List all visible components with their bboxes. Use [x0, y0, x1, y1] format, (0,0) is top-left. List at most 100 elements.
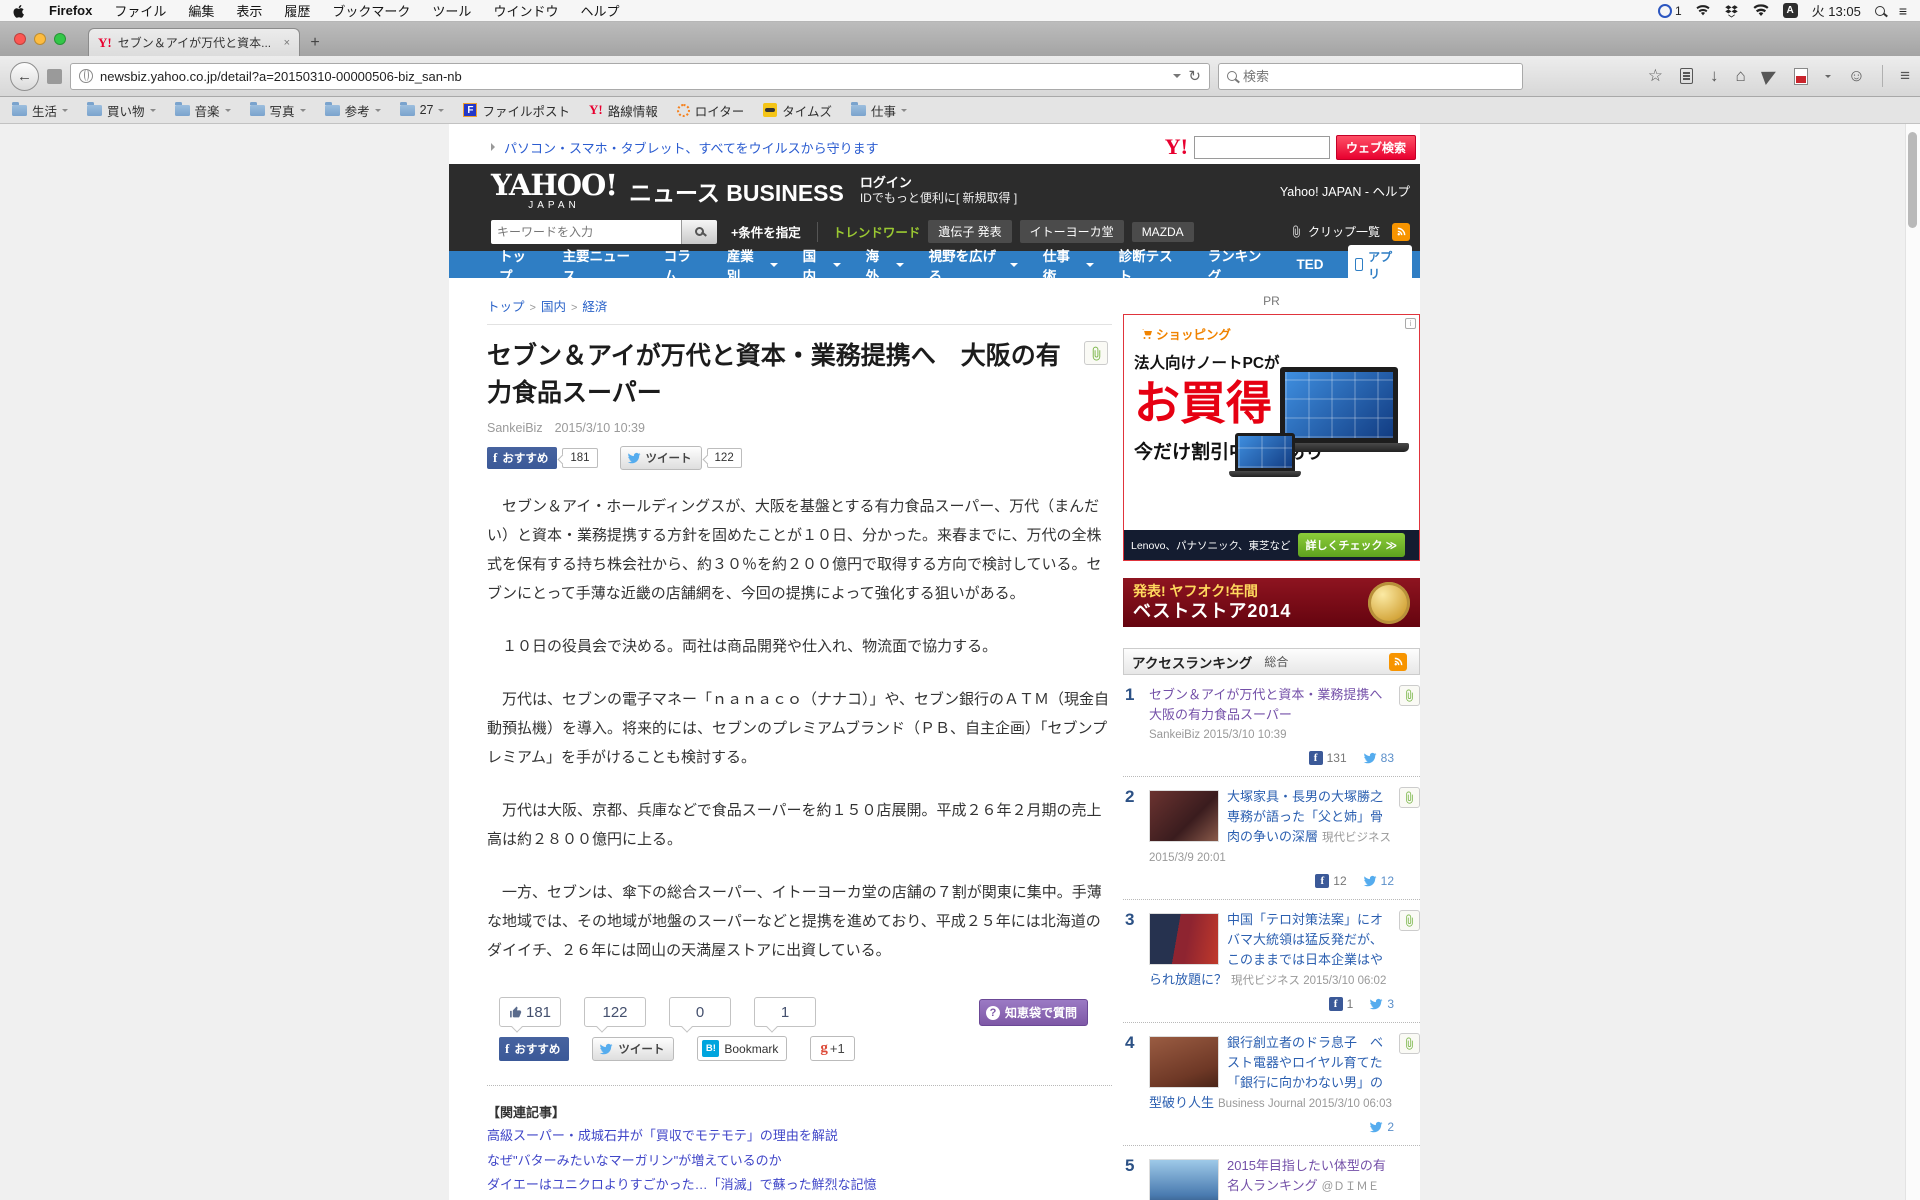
bookmark-star-icon[interactable]: ☆: [1648, 66, 1663, 86]
pdf-converter-icon[interactable]: [1794, 68, 1808, 85]
scrollbar-thumb[interactable]: [1908, 132, 1917, 228]
related-link[interactable]: なぜ"バターみたいなマーガリン"が増えているのか: [487, 1149, 1112, 1174]
related-link[interactable]: 高級スーパー・成城石井が「買収でモテモテ」の理由を解説: [487, 1124, 1112, 1149]
new-tab-button[interactable]: +: [300, 30, 330, 56]
bookmark-reuters[interactable]: ロイター: [677, 101, 745, 120]
site-identity-icon[interactable]: [79, 69, 93, 83]
rss-icon[interactable]: [1392, 223, 1410, 241]
ad-cta-button[interactable]: 詳しくチェック ≫: [1298, 533, 1406, 557]
creative-cloud-icon[interactable]: 1: [1658, 4, 1682, 18]
menu-bar-clock[interactable]: 火 13:05: [1812, 1, 1861, 20]
hamburger-menu-icon[interactable]: ≡: [1900, 66, 1910, 86]
scrollbar[interactable]: [1905, 124, 1920, 1200]
wifi-icon[interactable]: [1753, 2, 1769, 19]
input-method-icon[interactable]: A: [1783, 3, 1798, 18]
menu-item-history[interactable]: 履歴: [284, 1, 310, 20]
breadcrumb-domestic[interactable]: 国内: [541, 300, 566, 314]
notification-center-icon[interactable]: ≡: [1899, 3, 1908, 19]
airplay-icon[interactable]: [1696, 3, 1710, 19]
url-dropdown-icon[interactable]: [1173, 74, 1181, 82]
websearch-button[interactable]: ウェブ検索: [1336, 135, 1416, 160]
keyword-search-input[interactable]: [491, 220, 681, 244]
ranking-tab-all[interactable]: 総合: [1264, 653, 1288, 670]
spotlight-icon[interactable]: [1875, 6, 1885, 16]
article-thumbnail[interactable]: [1149, 913, 1219, 965]
bookmark-filepost[interactable]: Fファイルポスト: [463, 101, 570, 120]
ranking-article-link[interactable]: セブン＆アイが万代と資本・業務提携へ 大阪の有力食品スーパー: [1149, 687, 1395, 722]
bookmarks-panel-icon[interactable]: [1680, 68, 1693, 84]
facebook-recommend-button[interactable]: fおすすめ: [487, 447, 557, 469]
bookmark-folder-music[interactable]: 音楽: [175, 101, 231, 120]
menu-item-tools[interactable]: ツール: [432, 1, 471, 20]
keyword-search-button[interactable]: [681, 220, 717, 244]
bookmark-folder-reference[interactable]: 参考: [325, 101, 381, 120]
chiebukuro-question-button[interactable]: ?知恵袋で質問: [979, 999, 1088, 1026]
clip-button[interactable]: [1399, 685, 1420, 706]
ad-info-icon[interactable]: i: [1405, 318, 1416, 329]
google-plusone-button[interactable]: g+1: [810, 1036, 854, 1061]
url-bar[interactable]: ↻: [70, 63, 1210, 90]
login-link[interactable]: ログイン: [860, 175, 1017, 191]
clip-list-link[interactable]: クリップ一覧: [1290, 223, 1380, 240]
zoom-window-button[interactable]: [54, 33, 66, 45]
related-link[interactable]: ダイエーはユニクロよりすごかった…「消滅」で蘇った鮮烈な記憶: [487, 1173, 1112, 1198]
rss-icon[interactable]: [1389, 653, 1407, 671]
trend-word-1[interactable]: 遺伝子 発表: [928, 220, 1011, 243]
hatena-bookmark-button[interactable]: B!Bookmark: [697, 1036, 787, 1061]
nav-ted[interactable]: TED: [1296, 257, 1323, 272]
menu-item-firefox[interactable]: Firefox: [49, 3, 92, 18]
pdf-dropdown-icon[interactable]: [1825, 75, 1831, 81]
help-link[interactable]: Yahoo! JAPAN - ヘルプ: [1280, 181, 1410, 200]
bookmark-folder-work[interactable]: 仕事: [851, 101, 907, 120]
dropbox-icon[interactable]: [1724, 2, 1739, 18]
tab-close-icon[interactable]: ×: [284, 37, 290, 49]
extension-smiley-icon[interactable]: ☺: [1848, 66, 1865, 86]
refine-search-link[interactable]: +条件を指定: [731, 222, 801, 241]
minimize-window-button[interactable]: [34, 33, 46, 45]
trend-word-3[interactable]: MAZDA: [1132, 222, 1194, 242]
article-thumbnail[interactable]: [1149, 1159, 1219, 1200]
facebook-recommend-button[interactable]: fおすすめ: [499, 1037, 569, 1061]
menu-item-bookmarks[interactable]: ブックマーク: [332, 1, 410, 20]
url-input[interactable]: [100, 69, 1166, 84]
menu-item-window[interactable]: ウインドウ: [493, 1, 558, 20]
breadcrumb-top[interactable]: トップ: [487, 300, 525, 314]
share-icon[interactable]: [1761, 67, 1779, 85]
menu-item-file[interactable]: ファイル: [114, 1, 166, 20]
browser-search-input[interactable]: [1243, 69, 1514, 84]
home-icon[interactable]: ⌂: [1735, 66, 1745, 86]
clip-button[interactable]: [1399, 787, 1420, 808]
bookmark-folder-shopping[interactable]: 買い物: [87, 101, 156, 120]
reload-icon[interactable]: ↻: [1188, 67, 1201, 85]
websearch-input[interactable]: [1194, 136, 1330, 159]
clip-article-button[interactable]: [1084, 341, 1108, 365]
browser-tab[interactable]: Y! セブン＆アイが万代と資本... ×: [88, 28, 300, 56]
security-promo-link[interactable]: パソコン・スマホ・タブレット、すべてをウイルスから守ります: [504, 138, 879, 157]
menu-item-edit[interactable]: 編集: [188, 1, 214, 20]
tweet-button[interactable]: ツイート: [620, 446, 702, 470]
back-button[interactable]: ←: [10, 62, 39, 91]
clip-button[interactable]: [1399, 910, 1420, 931]
forward-button[interactable]: [47, 69, 62, 84]
clip-button[interactable]: [1399, 1033, 1420, 1054]
login-note[interactable]: IDでもっと便利に[ 新規取得 ]: [860, 191, 1017, 206]
article-paragraph: 万代は大阪、京都、兵庫などで食品スーパーを約１５０店展開。平成２６年２月期の売上…: [487, 796, 1112, 854]
bookmark-folder-life[interactable]: 生活: [12, 101, 68, 120]
apple-menu-icon[interactable]: [12, 2, 27, 18]
article-thumbnail[interactable]: [1149, 790, 1219, 842]
menu-item-help[interactable]: ヘルプ: [580, 1, 619, 20]
close-window-button[interactable]: [14, 33, 26, 45]
tweet-button[interactable]: ツイート: [592, 1037, 674, 1061]
bookmark-folder-27[interactable]: 27: [400, 103, 445, 117]
menu-item-view[interactable]: 表示: [236, 1, 262, 20]
bookmark-transit[interactable]: Y!路線情報: [589, 101, 658, 120]
trend-word-2[interactable]: イトーヨーカ堂: [1020, 220, 1124, 243]
downloads-icon[interactable]: ↓: [1710, 66, 1719, 86]
browser-search-box[interactable]: [1218, 63, 1523, 90]
bookmark-folder-photo[interactable]: 写真: [250, 101, 306, 120]
sidebar-ad[interactable]: i ショッピング 法人向けノートPCが お買得 今だけ割引中商品あり Lenov…: [1123, 314, 1420, 561]
auction-banner[interactable]: 発表! ヤフオク!年間 ベストストア2014: [1123, 578, 1420, 627]
article-thumbnail[interactable]: [1149, 1036, 1219, 1088]
yahoo-japan-logo[interactable]: YAHOO! JAPAN: [491, 171, 617, 211]
bookmark-times[interactable]: タイムズ: [763, 101, 832, 120]
